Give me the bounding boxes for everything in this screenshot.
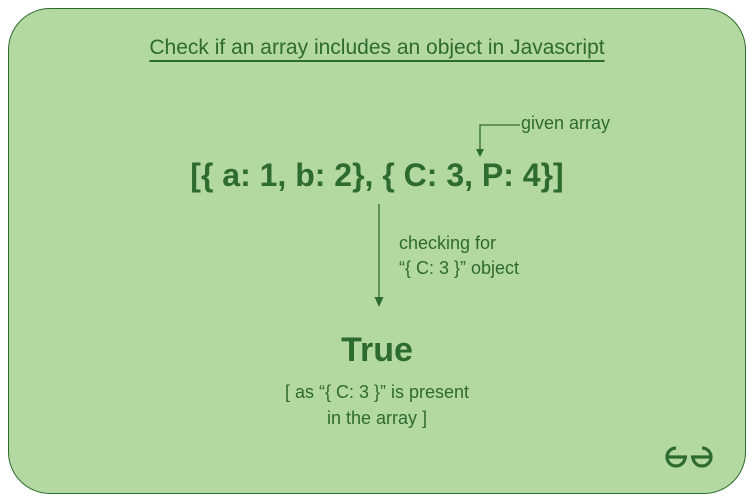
explain-line-2: in the array ]	[285, 405, 469, 431]
geeksforgeeks-logo-icon	[665, 443, 713, 471]
callout-arrow	[474, 122, 520, 157]
checking-line-1: checking for	[399, 231, 519, 256]
result-value: True	[341, 331, 413, 370]
down-arrow-icon	[378, 204, 380, 304]
explain-line-1: [ as “{ C: 3 }” is present	[285, 379, 469, 405]
result-explanation: [ as “{ C: 3 }” is present in the array …	[285, 379, 469, 431]
checking-label: checking for “{ C: 3 }” object	[399, 231, 519, 281]
array-literal: [{ a: 1, b: 2}, { C: 3, P: 4}]	[190, 157, 563, 194]
diagram-title: Check if an array includes an object in …	[149, 36, 604, 60]
checking-line-2: “{ C: 3 }” object	[399, 256, 519, 281]
diagram-card: Check if an array includes an object in …	[8, 8, 746, 494]
given-array-label: given array	[521, 113, 610, 134]
